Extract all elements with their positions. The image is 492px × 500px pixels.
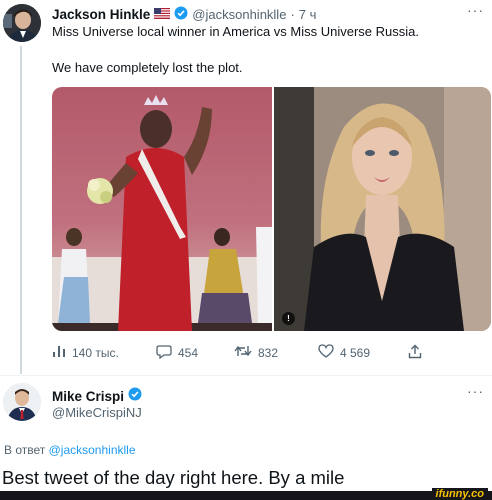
avatar-mike[interactable] [3,383,41,421]
views-count: 140 тыс. [72,345,119,360]
media-photo-right[interactable]: ! [274,87,491,331]
ifunny-watermark: ifunny.co [431,488,488,500]
verified-icon [128,387,142,406]
tweet-actions: 140 тыс. 454 832 4 569 [52,344,442,364]
more-options-button[interactable]: ··· [467,2,484,18]
tweet-main: Jackson Hinkle @jacksonhinklle · 7 ч ···… [0,0,492,375]
views-icon [52,344,66,361]
share-button[interactable] [408,344,422,362]
replying-to-handle-link[interactable]: @jacksonhinklle [49,443,136,457]
author-handle[interactable]: @jacksonhinklle [192,7,286,22]
watermark-bar [0,491,492,500]
timestamp[interactable]: 7 ч [299,7,317,22]
tweet-media[interactable]: ! [52,87,491,331]
media-photo-left[interactable] [52,87,272,331]
verified-icon [174,6,188,23]
reply-icon [156,344,172,362]
avatar-jackson[interactable] [3,4,41,42]
sensitive-media-icon[interactable]: ! [282,312,295,325]
tweet-text-line2: We have completely lost the plot. [52,60,243,75]
dot-separator: · [290,7,295,22]
flag-icon [154,7,171,22]
views-stat[interactable]: 140 тыс. [52,344,119,361]
reply-text: Best tweet of the day right here. By a m… [2,467,345,488]
reply-author-handle[interactable]: @MikeCrispiNJ [52,405,142,420]
reply-button[interactable]: 454 [156,344,198,362]
tweet-text-line1: Miss Universe local winner in America vs… [52,24,419,39]
reply-author-name[interactable]: Mike Crispi [52,389,124,404]
reply-header: Mike Crispi [52,387,142,406]
retweet-icon [234,344,252,361]
replying-to: В ответ @jacksonhinklle [4,443,136,457]
thread-line [20,46,22,374]
replying-to-prefix: В ответ [4,443,46,457]
like-count: 4 569 [340,345,371,360]
reply-more-options-button[interactable]: ··· [467,383,484,399]
tweet-divider [0,375,492,376]
like-button[interactable]: 4 569 [318,344,370,361]
tweet-header: Jackson Hinkle @jacksonhinklle · 7 ч [52,6,316,23]
like-icon [318,344,334,361]
author-name[interactable]: Jackson Hinkle [52,7,150,22]
share-icon [408,344,422,362]
retweet-button[interactable]: 832 [234,344,278,361]
reply-count: 454 [178,346,199,360]
retweet-count: 832 [258,345,279,360]
